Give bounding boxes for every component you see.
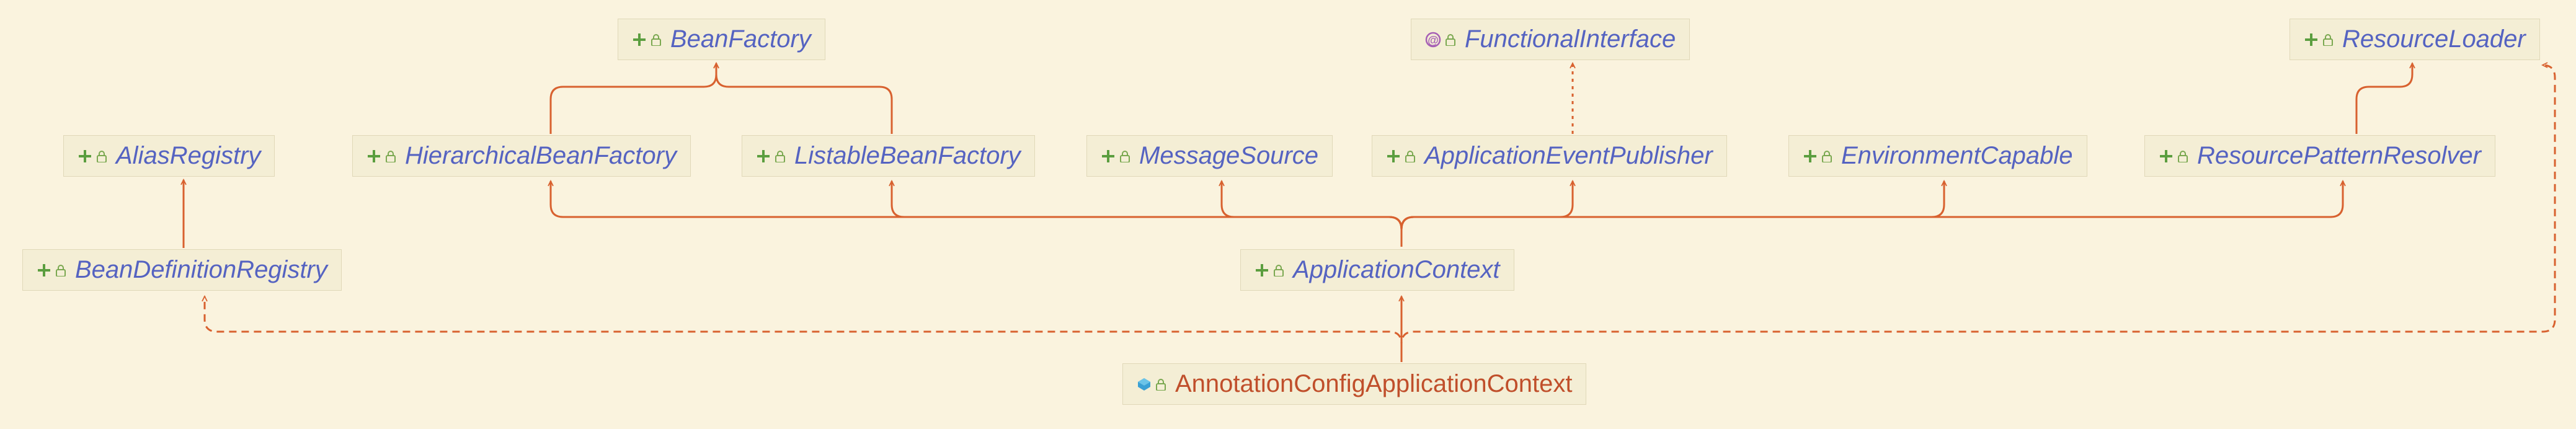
node-alias-registry[interactable]: AliasRegistry bbox=[63, 135, 275, 177]
interface-icon bbox=[1101, 149, 1130, 164]
node-label: FunctionalInterface bbox=[1465, 25, 1676, 53]
interface-icon bbox=[632, 32, 662, 47]
interface-icon bbox=[1255, 263, 1284, 278]
node-message-source[interactable]: MessageSource bbox=[1086, 135, 1333, 177]
node-label: MessageSource bbox=[1139, 142, 1318, 170]
node-label: ResourcePatternResolver bbox=[2197, 142, 2481, 170]
node-label: EnvironmentCapable bbox=[1841, 142, 2073, 170]
node-functional-interface[interactable]: FunctionalInterface bbox=[1411, 19, 1690, 60]
interface-icon bbox=[1803, 149, 1832, 164]
node-application-context[interactable]: ApplicationContext bbox=[1240, 249, 1514, 291]
interface-icon bbox=[366, 149, 396, 164]
node-resource-pattern-resolver[interactable]: ResourcePatternResolver bbox=[2144, 135, 2495, 177]
node-bean-definition-registry[interactable]: BeanDefinitionRegistry bbox=[22, 249, 342, 291]
interface-icon bbox=[756, 149, 786, 164]
node-label: AnnotationConfigApplicationContext bbox=[1175, 370, 1572, 398]
node-label: ResourceLoader bbox=[2342, 25, 2526, 53]
interface-icon bbox=[1386, 149, 1416, 164]
node-label: BeanFactory bbox=[670, 25, 811, 53]
interface-icon bbox=[2304, 32, 2334, 47]
node-label: BeanDefinitionRegistry bbox=[75, 256, 327, 284]
class-icon bbox=[1137, 377, 1166, 392]
node-label: ApplicationContext bbox=[1293, 256, 1500, 284]
node-annotation-config-application-context[interactable]: AnnotationConfigApplicationContext bbox=[1122, 363, 1586, 405]
node-label: ApplicationEventPublisher bbox=[1424, 142, 1713, 170]
node-label: ListableBeanFactory bbox=[794, 142, 1021, 170]
node-bean-factory[interactable]: BeanFactory bbox=[618, 19, 825, 60]
node-label: AliasRegistry bbox=[116, 142, 260, 170]
node-environment-capable[interactable]: EnvironmentCapable bbox=[1788, 135, 2087, 177]
node-application-event-publisher[interactable]: ApplicationEventPublisher bbox=[1372, 135, 1727, 177]
annotation-icon bbox=[1425, 32, 1456, 48]
interface-icon bbox=[2159, 149, 2188, 164]
node-label: HierarchicalBeanFactory bbox=[405, 142, 677, 170]
node-resource-loader[interactable]: ResourceLoader bbox=[2290, 19, 2540, 60]
node-hierarchical-bean-factory[interactable]: HierarchicalBeanFactory bbox=[352, 135, 691, 177]
interface-icon bbox=[37, 263, 66, 278]
interface-icon bbox=[78, 149, 107, 164]
node-listable-bean-factory[interactable]: ListableBeanFactory bbox=[742, 135, 1035, 177]
